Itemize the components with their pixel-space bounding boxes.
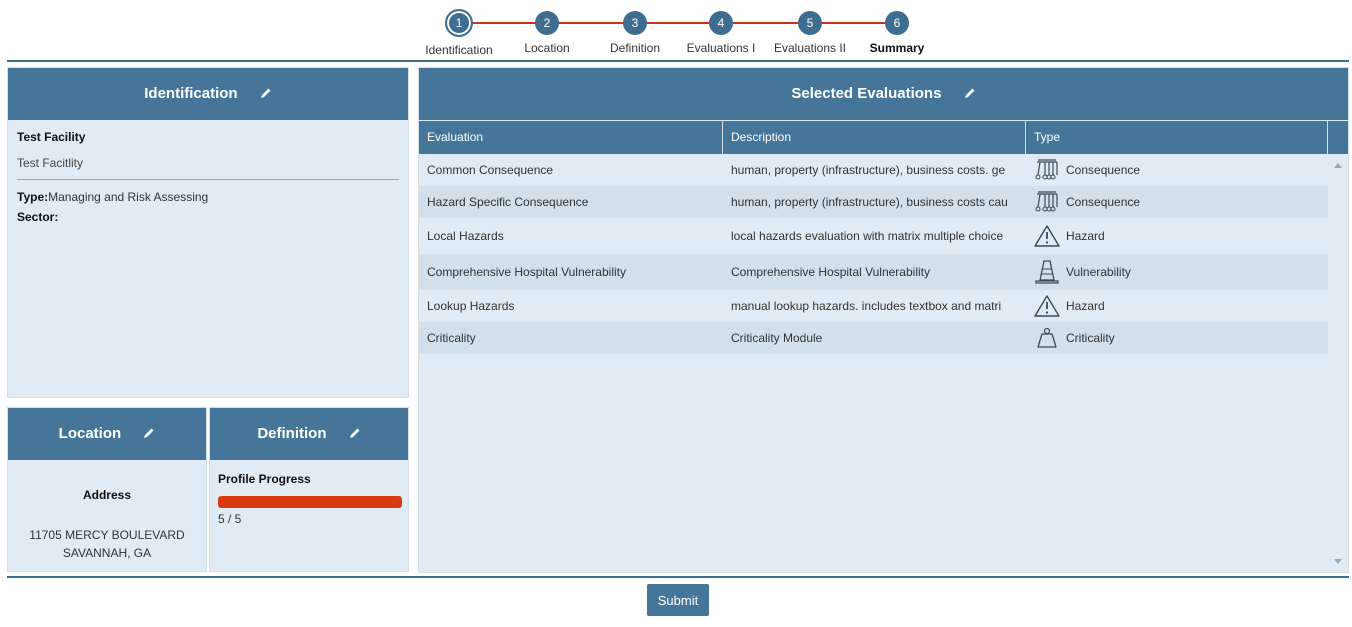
edit-identification-icon[interactable]	[260, 87, 272, 99]
selected-evaluations-panel: Selected Evaluations Evaluation Descript…	[418, 67, 1349, 573]
evaluation-description-cell: Comprehensive Hospital Vulnerability	[731, 265, 930, 279]
step-1-label: Identification	[425, 43, 493, 57]
column-header-description[interactable]: Description	[723, 121, 1026, 154]
evaluation-type-cell: Consequence	[1026, 186, 1328, 218]
facility-sector-label: Sector:	[17, 210, 59, 224]
step-5-circle[interactable]: 5	[798, 11, 822, 35]
evaluation-type-label: Consequence	[1066, 163, 1141, 177]
evaluation-name-cell: Hazard Specific Consequence	[427, 195, 589, 209]
table-row[interactable]: Hazard Specific Consequence human, proper…	[419, 186, 1348, 218]
address-line-1: 11705 MERCY BOULEVARD	[29, 528, 185, 542]
evaluations-table-body: Common Consequence human, property (infra…	[419, 154, 1348, 354]
profile-progress-text: 5 / 5	[218, 512, 242, 526]
profile-progress-bar	[218, 496, 402, 508]
identification-header: Identification	[8, 68, 408, 120]
evaluations-table-header: Evaluation Description Type	[419, 121, 1348, 154]
evaluation-description-cell: Criticality Module	[731, 331, 823, 345]
evaluation-name-cell: Comprehensive Hospital Vulnerability	[427, 265, 626, 279]
step-summary[interactable]: 6 Summary	[847, 8, 947, 55]
step-4-circle[interactable]: 4	[709, 11, 733, 35]
evaluations-scrollbar[interactable]	[1328, 155, 1348, 572]
evaluation-name-cell: Local Hazards	[427, 229, 504, 243]
edit-evaluations-icon[interactable]	[964, 87, 976, 99]
identification-panel: Identification Test Facility Test Facitl…	[7, 67, 409, 398]
step-4-label: Evaluations I	[686, 41, 756, 55]
evaluation-type-cell: Hazard	[1026, 290, 1328, 322]
selected-evaluations-header: Selected Evaluations	[419, 68, 1348, 120]
column-header-evaluation[interactable]: Evaluation	[419, 121, 723, 154]
traffic-cone-icon	[1032, 259, 1062, 285]
newtons-cradle-icon	[1032, 189, 1062, 215]
step-location[interactable]: 2 Location	[497, 8, 597, 55]
step-evaluations-2[interactable]: 5 Evaluations II	[760, 8, 860, 55]
table-row[interactable]: Local Hazards local hazards evaluation wi…	[419, 218, 1348, 254]
facility-type-value: Managing and Risk Assessing	[48, 190, 209, 204]
evaluation-type-cell: Criticality	[1026, 322, 1328, 354]
step-2-circle[interactable]: 2	[535, 11, 559, 35]
facility-type-row: Type:Managing and Risk Assessing	[17, 190, 399, 204]
location-panel: Location Address 11705 MERCY BOULEVARD S…	[7, 407, 207, 572]
evaluation-type-cell: Consequence	[1026, 154, 1328, 186]
evaluation-description-cell: human, property (infrastructure), busine…	[731, 163, 1006, 177]
evaluation-type-label: Vulnerability	[1066, 265, 1131, 279]
definition-title: Definition	[257, 425, 327, 442]
column-header-scroll-spacer	[1328, 121, 1348, 154]
table-row[interactable]: Comprehensive Hospital Vulnerability Comp…	[419, 254, 1348, 290]
submit-button[interactable]: Submit	[647, 584, 709, 616]
step-1-circle[interactable]: 1	[445, 9, 473, 37]
facility-name: Test Facility	[17, 130, 86, 144]
step-6-circle[interactable]: 6	[885, 11, 909, 35]
facility-subtitle: Test Facitlity	[17, 156, 399, 180]
step-evaluations-1[interactable]: 4 Evaluations I	[671, 8, 771, 55]
evaluation-type-label: Criticality	[1066, 331, 1115, 345]
evaluation-type-label: Hazard	[1066, 229, 1105, 243]
evaluation-name-cell: Lookup Hazards	[427, 299, 515, 313]
step-3-circle[interactable]: 3	[623, 11, 647, 35]
bottom-divider	[7, 576, 1349, 578]
table-row[interactable]: Common Consequence human, property (infra…	[419, 154, 1348, 186]
scroll-down-arrow-icon[interactable]	[1334, 559, 1342, 564]
evaluation-description-cell: human, property (infrastructure), busine…	[731, 195, 1008, 209]
step-5-label: Evaluations II	[773, 41, 847, 55]
evaluation-description-cell: manual lookup hazards. includes textbox …	[731, 299, 1002, 313]
address-line-2: SAVANNAH, GA	[62, 546, 152, 560]
scroll-up-arrow-icon[interactable]	[1334, 163, 1342, 168]
progress-stepper: 1 Identification 2 Location 3 Definition…	[0, 8, 1352, 60]
table-row[interactable]: Criticality Criticality Module Criticality	[419, 322, 1348, 354]
step-identification[interactable]: 1 Identification	[409, 8, 509, 57]
identification-title: Identification	[144, 85, 238, 102]
location-header: Location	[8, 408, 206, 460]
step-definition[interactable]: 3 Definition	[585, 8, 685, 55]
evaluation-name-cell: Criticality	[427, 331, 476, 345]
profile-progress-heading: Profile Progress	[218, 472, 311, 486]
evaluations-table: Evaluation Description Type Common Conse…	[419, 121, 1348, 354]
edit-definition-icon[interactable]	[349, 427, 361, 439]
top-divider	[7, 60, 1349, 62]
evaluation-name-cell: Common Consequence	[427, 163, 554, 177]
step-2-label: Location	[524, 41, 570, 55]
address-heading: Address	[82, 488, 132, 502]
newtons-cradle-icon	[1032, 157, 1062, 183]
warning-triangle-icon	[1032, 293, 1062, 319]
profile-progress-fill	[218, 496, 402, 508]
location-title: Location	[58, 425, 122, 442]
weight-icon	[1032, 325, 1062, 351]
step-6-label: Summary	[869, 41, 925, 55]
evaluation-description-cell: local hazards evaluation with matrix mul…	[731, 229, 1004, 243]
evaluation-type-label: Hazard	[1066, 299, 1105, 313]
facility-type-label: Type:	[17, 190, 49, 204]
facility-sector-row: Sector:	[17, 210, 399, 224]
evaluation-type-cell: Vulnerability	[1026, 254, 1328, 290]
definition-header: Definition	[210, 408, 408, 460]
evaluation-type-cell: Hazard	[1026, 218, 1328, 254]
column-header-type[interactable]: Type	[1026, 121, 1328, 154]
definition-panel: Definition Profile Progress 5 / 5	[209, 407, 409, 572]
selected-evaluations-title: Selected Evaluations	[791, 85, 942, 102]
step-3-label: Definition	[609, 41, 661, 55]
edit-location-icon[interactable]	[143, 427, 155, 439]
evaluation-type-label: Consequence	[1066, 195, 1141, 209]
table-row[interactable]: Lookup Hazards manual lookup hazards. inc…	[419, 290, 1348, 322]
warning-triangle-icon	[1032, 223, 1062, 249]
